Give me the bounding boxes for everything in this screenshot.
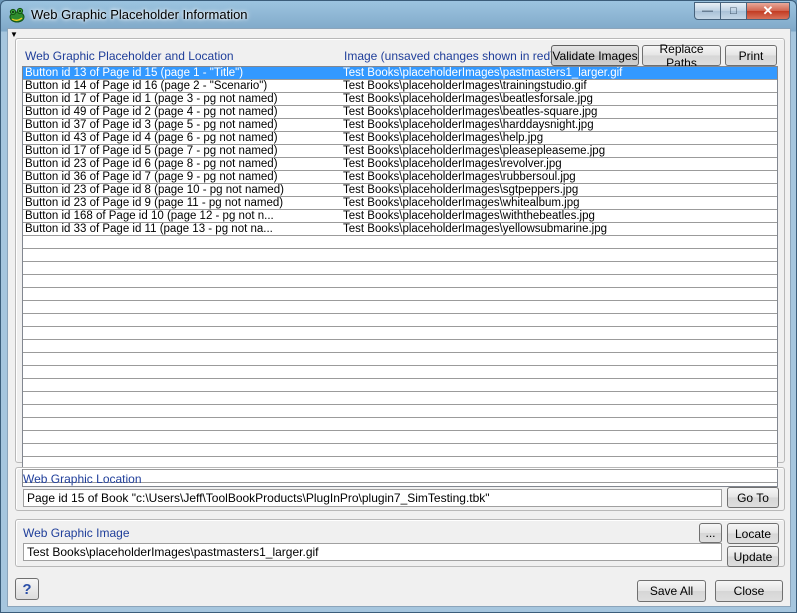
row-location-cell: Button id 43 of Page id 4 (page 6 - pg n… [25,132,278,144]
row-image-cell: Test Books\placeholderImages\rubbersoul.… [343,171,576,183]
image-section-header: Web Graphic Image [23,526,130,540]
table-row[interactable]: Button id 23 of Page id 8 (page 10 - pg … [23,184,777,197]
web-graphic-location-group: Web Graphic Location Page id 15 of Book … [15,467,785,511]
go-to-button[interactable]: Go To [727,487,779,508]
table-row[interactable]: Button id 36 of Page id 7 (page 9 - pg n… [23,171,777,184]
table-row[interactable]: Button id 13 of Page id 15 (page 1 - "Ti… [23,67,777,80]
locate-button[interactable]: Locate [727,523,779,544]
empty-row[interactable] [23,340,777,353]
row-location-cell: Button id 23 of Page id 8 (page 10 - pg … [25,184,284,196]
row-image-cell: Test Books\placeholderImages\revolver.jp… [343,158,562,170]
minimize-icon: — [702,5,713,17]
empty-row[interactable] [23,301,777,314]
title-bar[interactable]: Web Graphic Placeholder Information — □ … [1,1,796,29]
table-row[interactable]: Button id 17 of Page id 1 (page 3 - pg n… [23,93,777,106]
row-location-cell: Button id 17 of Page id 5 (page 7 - pg n… [25,145,278,157]
image-column-header: Image (unsaved changes shown in red) [344,49,555,63]
maximize-button[interactable]: □ [720,2,747,20]
empty-row[interactable] [23,262,777,275]
replace-paths-button[interactable]: Replace Paths [642,42,721,70]
row-image-cell: Test Books\placeholderImages\whitealbum.… [343,197,580,209]
window-title: Web Graphic Placeholder Information [31,7,248,22]
row-image-cell: Test Books\placeholderImages\beatlesfors… [343,93,593,105]
browse-button[interactable]: ... [699,523,722,543]
help-icon: ? [22,580,32,598]
save-all-button[interactable]: Save All [637,580,706,602]
row-location-cell: Button id 33 of Page id 11 (page 13 - pg… [25,223,273,235]
close-window-button[interactable]: ✕ [746,2,790,20]
row-image-cell: Test Books\placeholderImages\help.jpg [343,132,544,144]
caption-buttons: — □ ✕ [694,2,790,21]
dialog-client-area: ▼ Web Graphic Placeholder and Location I… [7,28,791,607]
close-button[interactable]: Close [715,580,783,602]
placeholder-listbox[interactable]: Button id 13 of Page id 15 (page 1 - "Ti… [22,66,778,487]
empty-row[interactable] [23,249,777,262]
table-row[interactable]: Button id 14 of Page id 16 (page 2 - "Sc… [23,80,777,93]
table-row[interactable]: Button id 43 of Page id 4 (page 6 - pg n… [23,132,777,145]
row-location-cell: Button id 13 of Page id 15 (page 1 - "Ti… [25,67,244,79]
location-section-header: Web Graphic Location [23,472,142,486]
row-location-cell: Button id 17 of Page id 1 (page 3 - pg n… [25,93,278,105]
frog-app-icon [8,6,26,24]
help-button[interactable]: ? [15,578,39,600]
empty-row[interactable] [23,444,777,457]
table-row[interactable]: Button id 49 of Page id 2 (page 4 - pg n… [23,106,777,119]
update-button[interactable]: Update [727,546,779,567]
row-image-cell: Test Books\placeholderImages\yellowsubma… [343,223,608,235]
empty-row[interactable] [23,431,777,444]
table-row[interactable]: Button id 23 of Page id 6 (page 8 - pg n… [23,158,777,171]
table-row[interactable]: Button id 168 of Page id 10 (page 12 - p… [23,210,777,223]
empty-row[interactable] [23,314,777,327]
empty-row[interactable] [23,353,777,366]
print-button[interactable]: Print [725,45,777,66]
empty-row[interactable] [23,405,777,418]
empty-row[interactable] [23,379,777,392]
empty-row[interactable] [23,236,777,249]
empty-row[interactable] [23,366,777,379]
minimize-button[interactable]: — [694,2,721,20]
listbox-rows: Button id 13 of Page id 15 (page 1 - "Ti… [23,67,777,483]
empty-row[interactable] [23,392,777,405]
app-window: Web Graphic Placeholder Information — □ … [0,0,797,613]
empty-row[interactable] [23,327,777,340]
row-image-cell: Test Books\placeholderImages\pastmasters… [343,67,623,79]
row-image-cell: Test Books\placeholderImages\withthebeat… [343,210,595,222]
row-location-cell: Button id 23 of Page id 6 (page 8 - pg n… [25,158,278,170]
table-row[interactable]: Button id 17 of Page id 5 (page 7 - pg n… [23,145,777,158]
table-row[interactable]: Button id 33 of Page id 11 (page 13 - pg… [23,223,777,236]
row-image-cell: Test Books\placeholderImages\sgtpeppers.… [343,184,579,196]
web-graphic-image-group: Web Graphic Image ... Locate Test Books\… [15,519,785,567]
row-location-cell: Button id 23 of Page id 9 (page 11 - pg … [25,197,284,209]
empty-row[interactable] [23,288,777,301]
empty-row[interactable] [23,275,777,288]
location-field[interactable]: Page id 15 of Book "c:\Users\Jeff\ToolBo… [23,489,722,507]
row-location-cell: Button id 37 of Page id 3 (page 5 - pg n… [25,119,278,131]
row-location-cell: Button id 36 of Page id 7 (page 9 - pg n… [25,171,278,183]
validate-images-button[interactable]: Validate Images [551,45,639,66]
row-location-cell: Button id 14 of Page id 16 (page 2 - "Sc… [25,80,268,92]
row-image-cell: Test Books\placeholderImages\pleasepleas… [343,145,606,157]
row-image-cell: Test Books\placeholderImages\harddaysnig… [343,119,594,131]
row-location-cell: Button id 168 of Page id 10 (page 12 - p… [25,210,274,222]
table-row[interactable]: Button id 23 of Page id 9 (page 11 - pg … [23,197,777,210]
row-location-cell: Button id 49 of Page id 2 (page 4 - pg n… [25,106,278,118]
image-path-field[interactable]: Test Books\placeholderImages\pastmasters… [23,543,722,561]
row-image-cell: Test Books\placeholderImages\trainingstu… [343,80,587,92]
row-image-cell: Test Books\placeholderImages\beatles-squ… [343,106,598,118]
location-column-header: Web Graphic Placeholder and Location [25,49,234,63]
table-row[interactable]: Button id 37 of Page id 3 (page 5 - pg n… [23,119,777,132]
empty-row[interactable] [23,418,777,431]
close-icon: ✕ [762,3,774,18]
maximize-icon: □ [730,5,737,17]
